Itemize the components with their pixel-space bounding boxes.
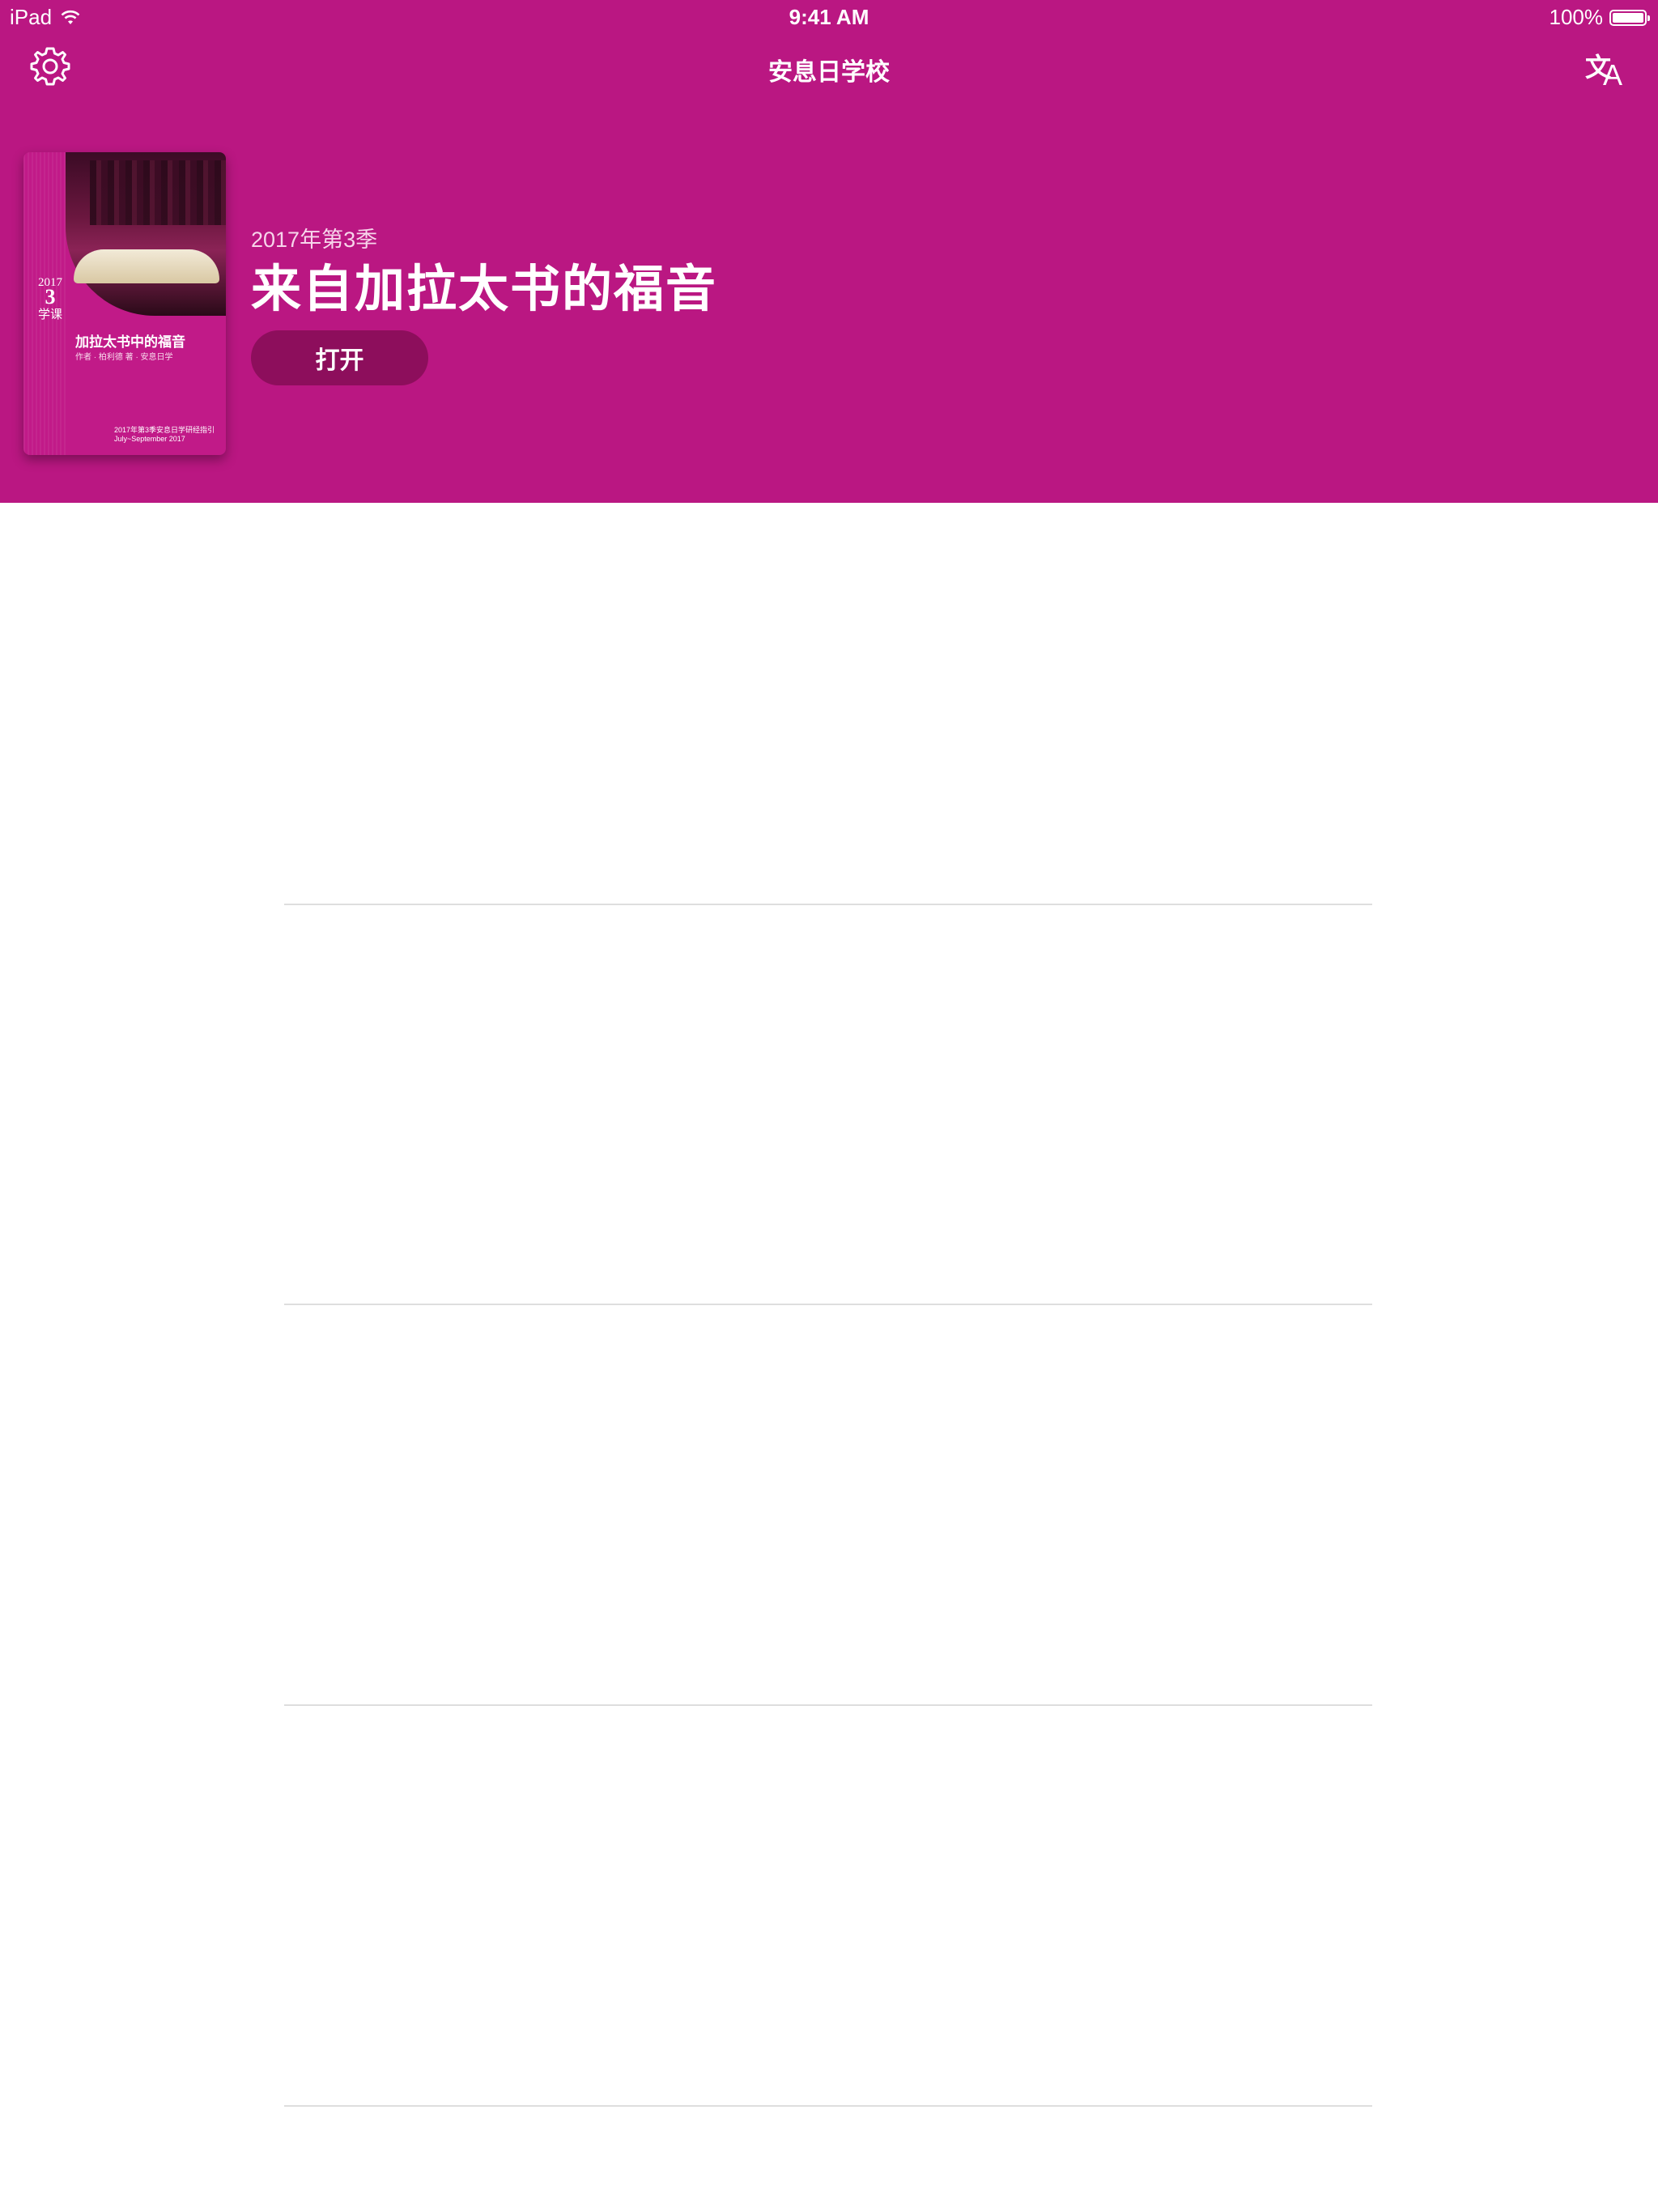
quarterly-cover-image[interactable]: 2017 3 学课 加拉太书中的福音 作者 · 柏利德 著 · 安息日学 201… (23, 152, 226, 455)
list-divider (284, 904, 1372, 905)
translate-icon[interactable]: 文 A (1585, 47, 1629, 91)
header: iPad 9:41 AM 100% 安息日学校 文 A 2017 3 学课 加拉… (0, 0, 1658, 503)
cover-bookshelf (90, 160, 226, 225)
page-title: 安息日学校 (768, 59, 890, 86)
cover-open-book (74, 249, 219, 283)
list-divider (284, 2105, 1372, 2107)
cover-title: 加拉太书中的福音 (75, 334, 185, 350)
open-button[interactable]: 打开 (251, 330, 428, 385)
cover-spine-text: 2017 3 学课 (38, 276, 63, 321)
translate-glyph-a: A (1603, 58, 1623, 91)
cover-subtitle: 作者 · 柏利德 著 · 安息日学 (75, 353, 173, 362)
battery-icon (1609, 9, 1650, 26)
battery-percent: 100% (1549, 5, 1604, 29)
cover-footer: 2017年第3季安息日学研经指引 July~September 2017 (114, 426, 215, 443)
quarterly-title[interactable]: 来自加拉太书的福音 (251, 248, 717, 321)
list-divider (284, 1704, 1372, 1706)
status-bar: iPad 9:41 AM 100% (0, 0, 1658, 32)
list-divider (284, 1304, 1372, 1305)
status-time: 9:41 AM (789, 5, 869, 29)
